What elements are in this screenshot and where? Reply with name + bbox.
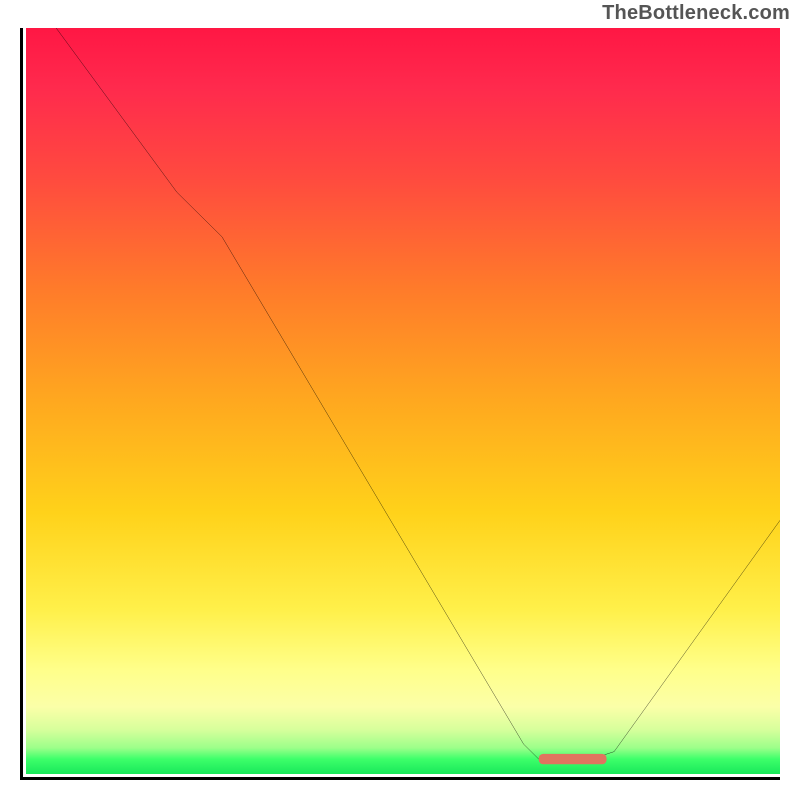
chart-svg [26,28,780,774]
optimal-range-marker [539,754,607,764]
bottleneck-curve [56,28,780,759]
watermark-text: TheBottleneck.com [602,2,790,25]
chart-container: TheBottleneck.com [0,0,800,800]
plot-area [20,28,780,780]
